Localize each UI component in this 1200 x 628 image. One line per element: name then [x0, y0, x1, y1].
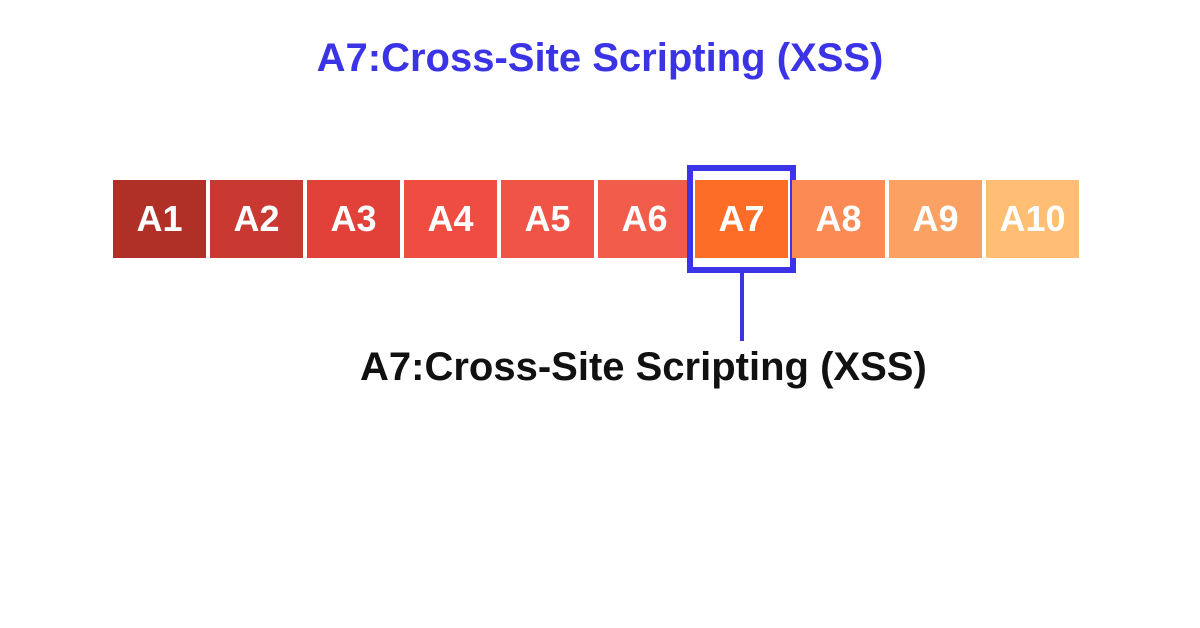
risk-cell-a5: A5 [501, 180, 594, 258]
risk-cell-a9: A9 [889, 180, 982, 258]
risk-cell-a10: A10 [986, 180, 1079, 258]
highlight-border [687, 165, 796, 273]
callout-label: A7:Cross-Site Scripting (XSS) [360, 345, 927, 390]
risk-cell-a1: A1 [113, 180, 206, 258]
risk-cell-a3: A3 [307, 180, 400, 258]
risk-cell-a8: A8 [792, 180, 885, 258]
risk-cell-a4: A4 [404, 180, 497, 258]
risk-cell-a2: A2 [210, 180, 303, 258]
diagram-title: A7:Cross-Site Scripting (XSS) [0, 36, 1200, 81]
risk-cell-a6: A6 [598, 180, 691, 258]
risk-cell-a7: A7 [695, 180, 788, 258]
risk-scale-row: A1A2A3A4A5A6A7A8A9A10 [113, 180, 1079, 258]
callout-connector-line [740, 273, 744, 341]
